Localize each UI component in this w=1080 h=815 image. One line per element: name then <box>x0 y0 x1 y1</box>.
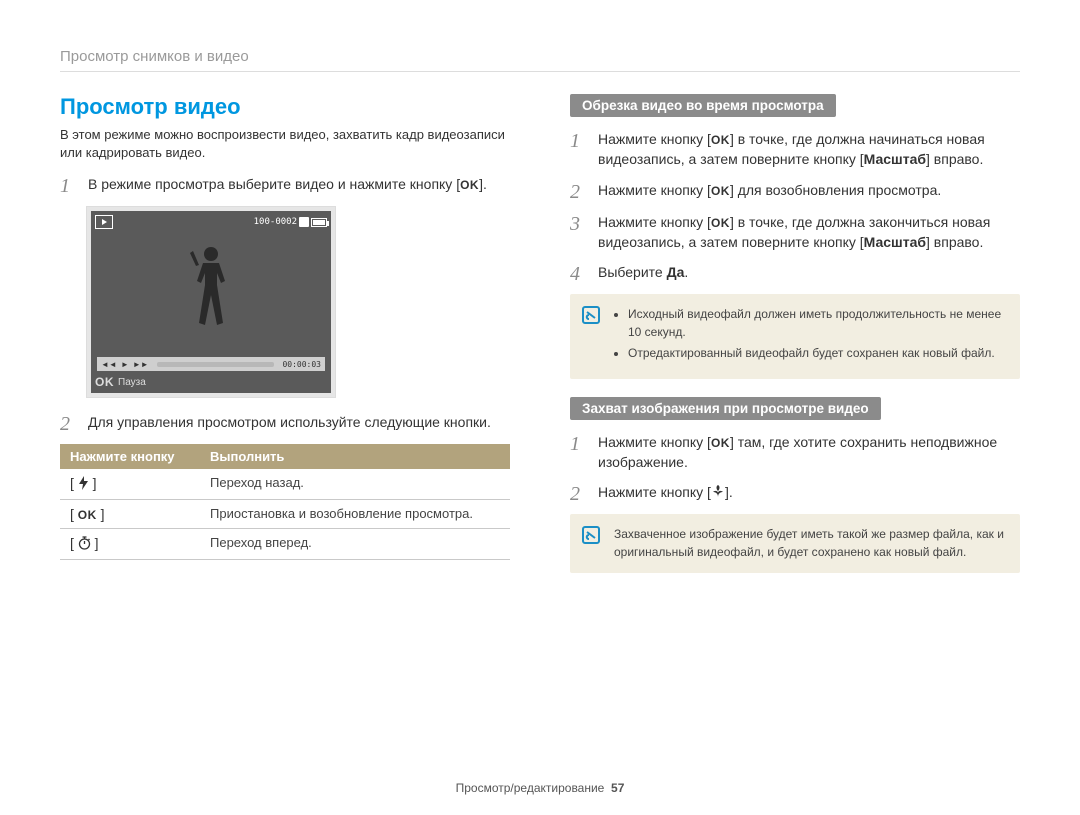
forward-icon: ►► <box>133 360 149 369</box>
note-icon <box>582 526 600 544</box>
bracket: ] <box>91 535 99 551</box>
note-item: Отредактированный видеофайл будет сохран… <box>628 345 1006 362</box>
step-text-part: Нажмите кнопку [ <box>598 214 711 230</box>
step-number: 2 <box>60 412 78 434</box>
step-text-part: ]. <box>725 484 733 500</box>
video-playback-screenshot: 100-0002 ◄◄ ► ►► <box>86 206 336 398</box>
footer-section: Просмотр/редактирование <box>456 781 605 795</box>
bracket: ] <box>97 506 105 522</box>
rewind-icon: ◄◄ <box>101 360 117 369</box>
step-text-part: Нажмите кнопку [ <box>598 484 711 500</box>
zoom-label: Масштаб <box>864 151 926 167</box>
page-footer: Просмотр/редактирование 57 <box>0 781 1080 795</box>
step-text-part: Нажмите кнопку [ <box>598 434 711 450</box>
step-text-part: Нажмите кнопку [ <box>598 131 711 147</box>
step-text-part: Выберите <box>598 264 667 280</box>
breadcrumb: Просмотр снимков и видео <box>60 48 1020 72</box>
trim-step-4: 4 Выберите Да. <box>570 262 1020 284</box>
table-row: [ ] Переход вперед. <box>60 529 510 560</box>
person-silhouette <box>181 247 241 357</box>
table-row: [ OK ] Приостановка и возобновление прос… <box>60 500 510 529</box>
step-number: 1 <box>570 432 588 473</box>
bracket: ] <box>89 475 97 491</box>
note-item: Исходный видеофайл должен иметь продолжи… <box>628 306 1006 341</box>
trim-subheading: Обрезка видео во время просмотра <box>570 94 836 117</box>
intro-text: В этом режиме можно воспроизвести видео,… <box>60 126 510 162</box>
progress-bar <box>157 362 275 367</box>
note-icon <box>582 306 600 324</box>
timer-icon <box>78 536 91 553</box>
key-cell: [ ] <box>60 469 200 499</box>
step-number: 1 <box>60 174 78 196</box>
capture-note-box: Захваченное изображение будет иметь тако… <box>570 514 1020 573</box>
left-step-1: 1 В режиме просмотра выберите видео и на… <box>60 174 510 196</box>
ok-label: OK <box>711 133 730 147</box>
ok-label: OK <box>95 375 114 389</box>
table-header: Нажмите кнопку <box>60 444 200 469</box>
trim-step-2: 2 Нажмите кнопку [OK] для возобновления … <box>570 180 1020 202</box>
step-number: 4 <box>570 262 588 284</box>
memory-card-icon <box>299 217 309 227</box>
step-text-part: ]. <box>479 176 487 192</box>
battery-icon <box>311 218 327 227</box>
step-text: Выберите Да. <box>598 262 1020 284</box>
playback-mode-icon <box>95 215 113 229</box>
step-number: 1 <box>570 129 588 170</box>
table-row: [ ] Переход назад. <box>60 469 510 499</box>
yes-label: Да <box>667 264 685 280</box>
note-text: Захваченное изображение будет иметь тако… <box>614 527 1004 558</box>
key-cell: [ OK ] <box>60 500 200 529</box>
trim-note-box: Исходный видеофайл должен иметь продолжи… <box>570 294 1020 378</box>
right-column: Обрезка видео во время просмотра 1 Нажми… <box>570 94 1020 591</box>
flash-icon <box>78 476 89 493</box>
ok-label: OK <box>711 184 730 198</box>
step-text-part: В режиме просмотра выберите видео и нажм… <box>88 176 460 192</box>
action-cell: Приостановка и возобновление просмотра. <box>200 500 510 529</box>
step-text: Нажмите кнопку [OK] в точке, где должна … <box>598 129 1020 170</box>
step-number: 2 <box>570 180 588 202</box>
pause-caption: Пауза <box>118 377 146 388</box>
capture-step-2: 2 Нажмите кнопку []. <box>570 482 1020 504</box>
step-text: Нажмите кнопку [OK] в точке, где должна … <box>598 212 1020 253</box>
controls-table: Нажмите кнопку Выполнить [ ] Переход наз… <box>60 444 510 560</box>
step-text: В режиме просмотра выберите видео и нажм… <box>88 174 510 196</box>
trim-step-3: 3 Нажмите кнопку [OK] в точке, где должн… <box>570 212 1020 253</box>
ok-label: OK <box>711 216 730 230</box>
step-text: Для управления просмотром используйте сл… <box>88 412 510 434</box>
step-text-part: ] для возобновления просмотра. <box>730 182 941 198</box>
two-column-layout: Просмотр видео В этом режиме можно воспр… <box>60 94 1020 591</box>
step-text: Нажмите кнопку [OK] для возобновления пр… <box>598 180 1020 202</box>
key-cell: [ ] <box>60 529 200 560</box>
bracket: [ <box>70 475 78 491</box>
playback-controls-bar: ◄◄ ► ►► 00:00:03 <box>97 357 325 371</box>
file-counter: 100-0002 <box>254 217 297 227</box>
bracket: [ <box>70 506 78 522</box>
play-icon: ► <box>121 360 129 369</box>
table-header: Выполнить <box>200 444 510 469</box>
step-text: Нажмите кнопку [OK] там, где хотите сохр… <box>598 432 1020 473</box>
macro-icon <box>711 483 725 503</box>
zoom-label: Масштаб <box>864 234 926 250</box>
step-number: 2 <box>570 482 588 504</box>
capture-step-1: 1 Нажмите кнопку [OK] там, где хотите со… <box>570 432 1020 473</box>
left-column: Просмотр видео В этом режиме можно воспр… <box>60 94 510 591</box>
step-text-part: ] вправо. <box>926 151 983 167</box>
step-number: 3 <box>570 212 588 253</box>
capture-subheading: Захват изображения при просмотре видео <box>570 397 881 420</box>
ok-label: OK <box>460 178 479 192</box>
section-title: Просмотр видео <box>60 94 510 120</box>
step-text: Нажмите кнопку []. <box>598 482 1020 504</box>
step-text-part: ] вправо. <box>926 234 983 250</box>
elapsed-time: 00:00:03 <box>282 360 321 369</box>
action-cell: Переход назад. <box>200 469 510 499</box>
action-cell: Переход вперед. <box>200 529 510 560</box>
left-step-2: 2 Для управления просмотром используйте … <box>60 412 510 434</box>
ok-label: OK <box>78 508 97 522</box>
ok-label: OK <box>711 436 730 450</box>
trim-step-1: 1 Нажмите кнопку [OK] в точке, где должн… <box>570 129 1020 170</box>
step-text-part: . <box>684 264 688 280</box>
step-text-part: Нажмите кнопку [ <box>598 182 711 198</box>
bracket: [ <box>70 535 78 551</box>
page-number: 57 <box>611 781 624 795</box>
